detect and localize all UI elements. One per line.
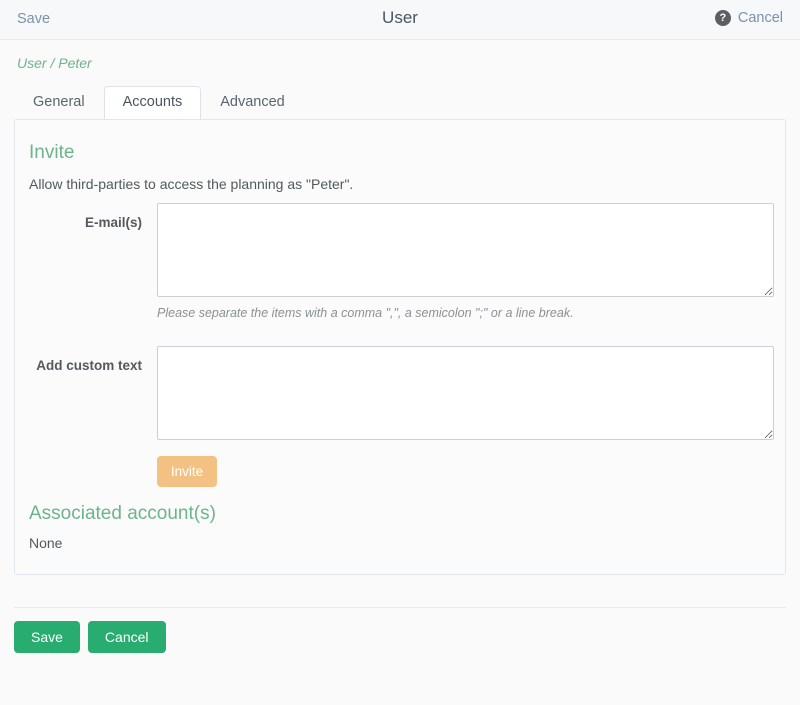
footer-divider	[14, 607, 786, 608]
toolbar-cancel-link[interactable]: Cancel	[738, 10, 783, 26]
cancel-button[interactable]: Cancel	[87, 621, 166, 653]
emails-input[interactable]	[157, 203, 774, 297]
tab-advanced[interactable]: Advanced	[201, 86, 304, 119]
emails-field-hint: Please separate the items with a comma "…	[157, 306, 574, 320]
page-title: User	[382, 8, 418, 27]
tab-accounts[interactable]: Accounts	[103, 85, 202, 119]
save-button[interactable]: Save	[14, 621, 80, 653]
help-circle-icon[interactable]: ?	[714, 10, 731, 26]
invite-description: Allow third-parties to access the planni…	[29, 176, 354, 192]
tab-bar: General Accounts Advanced	[14, 85, 304, 119]
invite-button[interactable]: Invite	[157, 456, 217, 487]
custom-text-field-label: Add custom text	[36, 358, 142, 373]
tab-general[interactable]: General	[14, 86, 104, 119]
footer-actions: Save Cancel	[14, 621, 166, 653]
toolbar-right-group: ? Cancel	[714, 10, 783, 26]
emails-field-label: E-mail(s)	[84, 215, 142, 230]
custom-text-input[interactable]	[157, 346, 774, 440]
associated-accounts-value: None	[29, 535, 63, 551]
breadcrumb[interactable]: User / Peter	[17, 55, 92, 71]
accounts-panel: Invite Allow third-parties to access the…	[14, 119, 786, 575]
associated-accounts-heading: Associated account(s)	[29, 503, 216, 524]
top-toolbar: Save User ? Cancel	[0, 0, 800, 40]
invite-section-heading: Invite	[29, 142, 75, 163]
